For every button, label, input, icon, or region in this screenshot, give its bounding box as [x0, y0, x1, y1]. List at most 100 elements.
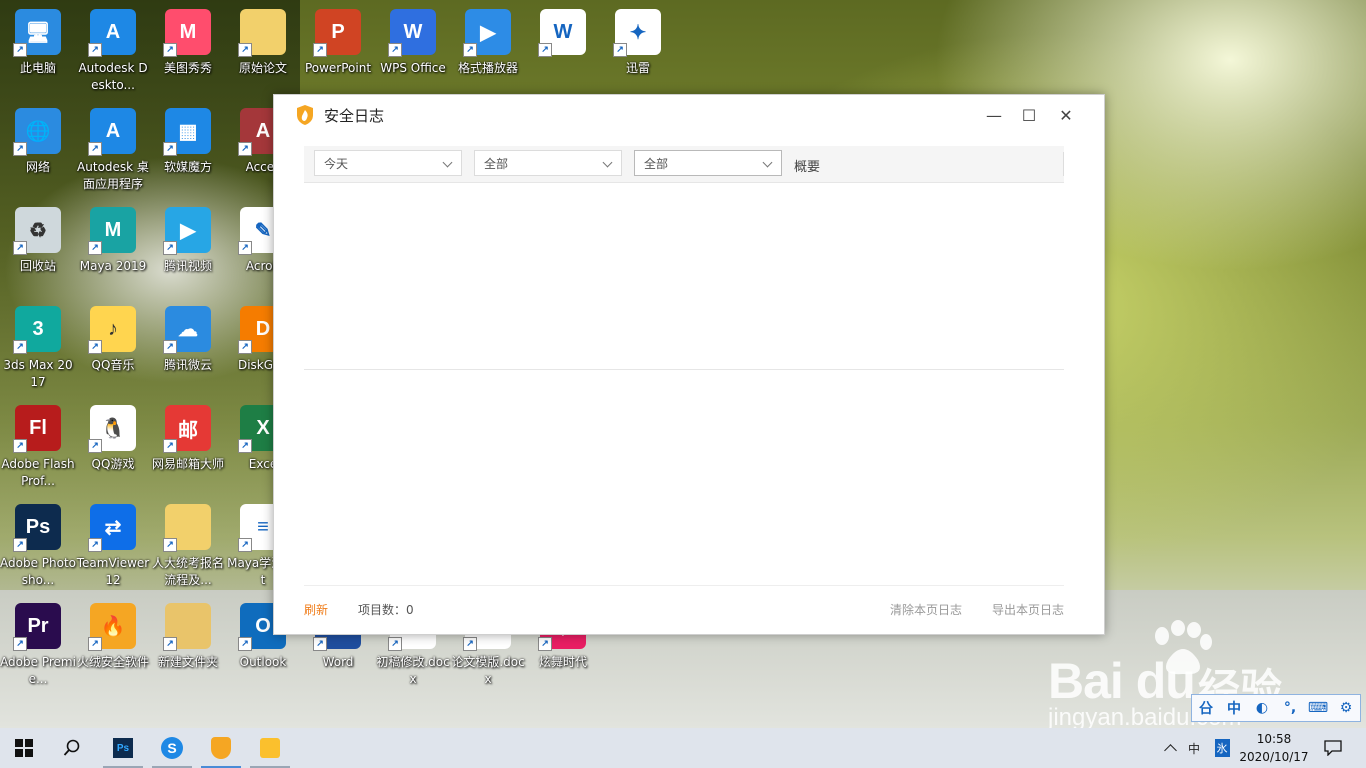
- flame-icon: [211, 737, 231, 759]
- minimize-button[interactable]: —: [976, 101, 1012, 129]
- desktop-icon[interactable]: 邮 ↗ 网易邮箱大师: [150, 405, 226, 473]
- desktop-icon[interactable]: W ↗: [525, 9, 601, 60]
- date-filter-select[interactable]: 今天: [314, 150, 462, 176]
- maximize-button[interactable]: ☐: [1011, 101, 1047, 129]
- ime-halfwidth-icon[interactable]: ◐: [1248, 700, 1276, 716]
- desktop-icon-label: 此电脑: [19, 61, 56, 75]
- desktop-icon[interactable]: Fl ↗ Adobe Flash Prof...: [0, 405, 76, 490]
- desktop-icon[interactable]: A ↗ Autodesk 桌面应用程序: [75, 108, 151, 193]
- ime-punctuation-icon[interactable]: °,: [1276, 700, 1304, 716]
- shortcut-arrow-icon: ↗: [163, 340, 177, 354]
- desktop-icon[interactable]: ✦ ↗ 迅雷: [600, 9, 676, 77]
- shortcut-arrow-icon: ↗: [88, 43, 102, 57]
- desktop-icon[interactable]: ↗ 新建文件夹: [150, 603, 226, 671]
- desktop-icon-label: TeamViewer 12: [76, 556, 150, 587]
- desktop-icon[interactable]: ↗ 原始论文: [225, 9, 301, 77]
- shortcut-arrow-icon: ↗: [538, 43, 552, 57]
- desktop-icon[interactable]: ♻ ↗ 回收站: [0, 207, 76, 275]
- close-button[interactable]: ✕: [1048, 101, 1084, 129]
- desktop-icon-label: Word: [322, 655, 354, 669]
- search-icon: [63, 739, 80, 756]
- desktop-icon[interactable]: M ↗ 美图秀秀: [150, 9, 226, 77]
- desktop-icon-label: Autodesk 桌面应用程序: [77, 160, 149, 191]
- desktop-icon[interactable]: 🐧 ↗ QQ游戏: [75, 405, 151, 473]
- desktop-icon[interactable]: ♪ ↗ QQ音乐: [75, 306, 151, 374]
- taskbar-sogou[interactable]: S: [148, 728, 196, 768]
- shortcut-arrow-icon: ↗: [238, 637, 252, 651]
- shortcut-arrow-icon: ↗: [88, 340, 102, 354]
- desktop-icon[interactable]: ↗ 人大统考报名流程及...: [150, 504, 226, 589]
- desktop-icon-label: 3ds Max 2017: [3, 358, 73, 389]
- ime-logo-icon[interactable]: 㕣: [1192, 698, 1220, 718]
- desktop-icon[interactable]: P ↗ PowerPoint: [300, 9, 376, 77]
- desktop-icon[interactable]: M ↗ Maya 2019: [75, 207, 151, 275]
- ime-settings-icon[interactable]: ⚙: [1332, 700, 1360, 716]
- shortcut-arrow-icon: ↗: [238, 241, 252, 255]
- sogou-browser-icon: S: [161, 737, 183, 759]
- desktop-icon[interactable]: 🔥 ↗ 火绒安全软件: [75, 603, 151, 671]
- desktop-icon[interactable]: 🌐 ↗ 网络: [0, 108, 76, 176]
- desktop-app-icon: ▶ ↗: [463, 9, 511, 57]
- desktop-icon[interactable]: W ↗ WPS Office: [375, 9, 451, 77]
- column-separator: [1063, 152, 1064, 176]
- shortcut-arrow-icon: ↗: [88, 538, 102, 552]
- desktop-icon[interactable]: ▶ ↗ 格式播放器: [450, 9, 526, 77]
- search-button[interactable]: [48, 728, 96, 768]
- taskbar-photoshop[interactable]: Ps: [99, 728, 147, 768]
- ime-tray-button[interactable]: 氷: [1210, 728, 1234, 768]
- refresh-link[interactable]: 刷新: [304, 601, 328, 618]
- shortcut-arrow-icon: ↗: [238, 43, 252, 57]
- input-language-indicator[interactable]: 中: [1184, 728, 1204, 768]
- desktop-icon-label: 炫舞时代: [538, 655, 587, 669]
- result-filter-select[interactable]: 全部: [634, 150, 782, 176]
- desktop-icon[interactable]: ☁ ↗ 腾讯微云: [150, 306, 226, 374]
- summary-column-header: 概要: [794, 160, 821, 175]
- shortcut-arrow-icon: ↗: [13, 340, 27, 354]
- desktop-icon-label: 回收站: [19, 259, 56, 273]
- desktop-icon[interactable]: 🖥 ↗ 此电脑: [0, 9, 76, 77]
- ime-keyboard-icon[interactable]: ⌨: [1304, 700, 1332, 716]
- desktop-app-icon: ▶ ↗: [163, 207, 211, 255]
- clock-date: 2020/10/17: [1239, 750, 1309, 764]
- shortcut-arrow-icon: ↗: [388, 43, 402, 57]
- system-clock[interactable]: 10:58 2020/10/17: [1236, 730, 1312, 766]
- log-list-divider: [304, 369, 1064, 370]
- maximize-icon: ☐: [1021, 105, 1037, 125]
- clock-time: 10:58: [1256, 732, 1292, 746]
- notes-icon: [260, 738, 280, 758]
- close-icon: ✕: [1059, 105, 1073, 125]
- desktop-icon[interactable]: ▶ ↗ 腾讯视频: [150, 207, 226, 275]
- shortcut-arrow-icon: ↗: [238, 538, 252, 552]
- desktop-app-icon: ▦ ↗: [163, 108, 211, 156]
- desktop-app-icon: ✦ ↗: [613, 9, 661, 57]
- ime-toolbar[interactable]: 㕣 中 ◐ °, ⌨ ⚙: [1191, 694, 1361, 722]
- taskbar-huorong[interactable]: [197, 728, 245, 768]
- notifications-button[interactable]: [1318, 728, 1348, 768]
- chevron-down-icon: [762, 157, 773, 168]
- type-filter-select[interactable]: 全部: [474, 150, 622, 176]
- desktop-icon[interactable]: ▦ ↗ 软媒魔方: [150, 108, 226, 176]
- watermark-brand: Bai du: [1048, 653, 1196, 709]
- title-bar[interactable]: 安全日志 — ☐ ✕: [274, 95, 1104, 135]
- desktop-icon-label: 迅雷: [625, 61, 650, 75]
- desktop-app-icon: Ps ↗: [13, 504, 61, 552]
- desktop-icon[interactable]: ⇄ ↗ TeamViewer 12: [75, 504, 151, 589]
- show-hidden-icons-button[interactable]: [1160, 728, 1180, 768]
- desktop-icon[interactable]: Ps ↗ Adobe Photosho...: [0, 504, 76, 589]
- desktop-icon[interactable]: Pr ↗ Adobe Premie...: [0, 603, 76, 688]
- desktop-icon-label: 人大统考报名流程及...: [151, 556, 224, 587]
- desktop-icon-label: 网易邮箱大师: [151, 457, 224, 471]
- desktop-app-icon: ♪ ↗: [88, 306, 136, 354]
- export-page-log-button[interactable]: 导出本页日志: [992, 601, 1064, 618]
- desktop-icon[interactable]: A ↗ Autodesk Deskto...: [75, 9, 151, 94]
- desktop-app-icon: 邮 ↗: [163, 405, 211, 453]
- taskbar-notes[interactable]: [246, 728, 294, 768]
- shortcut-arrow-icon: ↗: [613, 43, 627, 57]
- chevron-down-icon: [442, 157, 453, 168]
- desktop-icon[interactable]: 3 ↗ 3ds Max 2017: [0, 306, 76, 391]
- shortcut-arrow-icon: ↗: [538, 637, 552, 651]
- clear-page-log-button[interactable]: 清除本页日志: [890, 601, 962, 618]
- ime-chinese-mode-icon[interactable]: 中: [1220, 698, 1248, 718]
- start-button[interactable]: [0, 728, 48, 768]
- shortcut-arrow-icon: ↗: [13, 637, 27, 651]
